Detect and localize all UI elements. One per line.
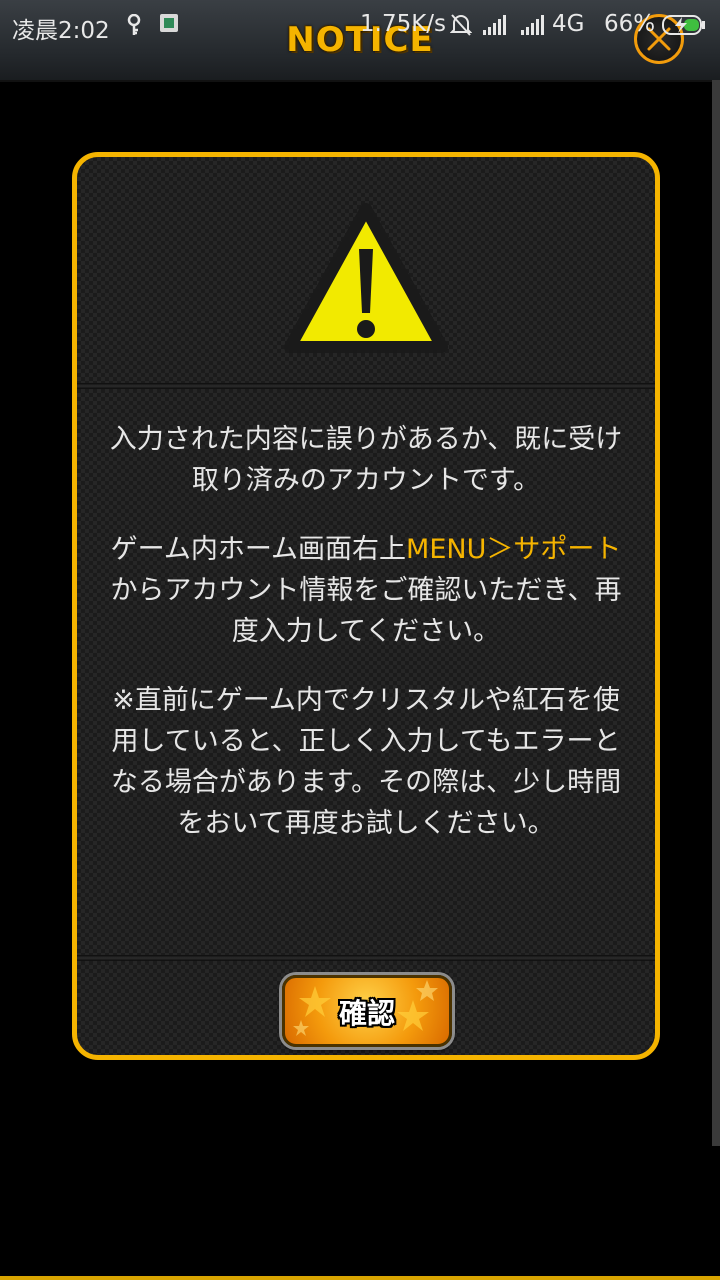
warning-triangle-icon — [284, 203, 448, 353]
battery-charging-icon — [662, 15, 705, 35]
status-battery: 66% — [604, 11, 656, 37]
message-paragraph-3: ※直前にゲーム内でクリスタルや紅石を使用していると、正しく入力してもエラーとなる… — [110, 685, 622, 839]
confirm-button-label: 確認 — [338, 997, 395, 1030]
notice-message: 入力された内容に誤りがあるか、既に受け取り済みのアカウントです。 ゲーム内ホーム… — [107, 419, 625, 872]
status-bar: 凌晨2:02 1.75K/s 4G 66% — [0, 0, 720, 50]
dialog-divider-top — [77, 383, 655, 389]
message-paragraph-1: 入力された内容に誤りがあるか、既に受け取り済みのアカウントです。 — [109, 424, 623, 496]
message-paragraph-2-pre: ゲーム内ホーム画面右上 — [110, 534, 407, 565]
message-paragraph-2-post: からアカウント情報をご確認いただき、再度入力してください。 — [110, 575, 622, 647]
scroll-strip — [712, 80, 720, 1146]
confirm-button[interactable]: 確認 — [282, 975, 452, 1047]
screen: NOTICE 凌晨2:02 1.75K/s 4G 66% 入力された内容に誤りが… — [0, 0, 720, 1280]
message-paragraph-2: ゲーム内ホーム画面右上MENU＞サポートからアカウント情報をご確認いただき、再度… — [107, 529, 625, 652]
signal-icon-1 — [483, 15, 506, 35]
notice-dialog: 入力された内容に誤りがあるか、既に受け取り済みのアカウントです。 ゲーム内ホーム… — [72, 152, 660, 1060]
status-speed: 1.75K/s — [360, 11, 447, 37]
menu-support-highlight: MENU＞サポート — [406, 534, 622, 565]
app-notification-icon — [160, 14, 178, 32]
key-icon — [127, 14, 141, 35]
dialog-divider-bottom — [77, 955, 655, 961]
status-network: 4G — [552, 11, 585, 37]
bell-muted-icon — [450, 14, 472, 36]
status-time: 凌晨2:02 — [12, 18, 110, 44]
signal-icon-2 — [521, 15, 544, 35]
bottom-edge-line — [0, 1276, 720, 1280]
